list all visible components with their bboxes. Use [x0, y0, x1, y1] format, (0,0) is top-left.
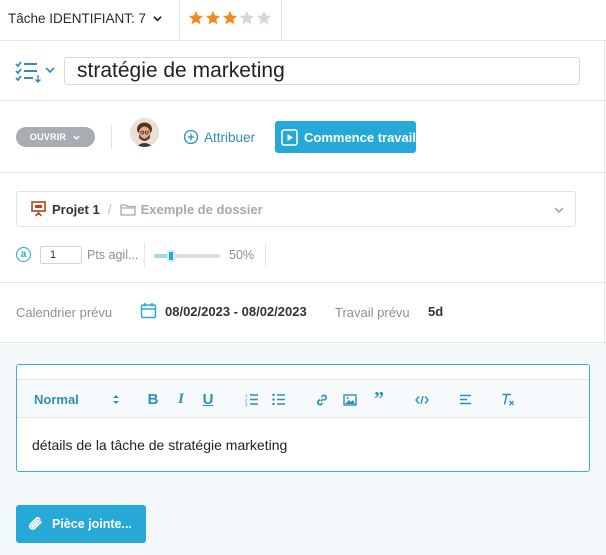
- italic-icon[interactable]: I: [173, 380, 189, 419]
- add-circle-icon: [183, 129, 199, 145]
- star-empty-icon[interactable]: [256, 10, 272, 26]
- calendar-label: Calendrier prévu: [16, 305, 113, 320]
- description-section: Normal B I U 123 ” détails de la tâche d…: [0, 344, 606, 555]
- star-empty-icon[interactable]: [239, 10, 255, 26]
- divider: [281, 0, 282, 41]
- star-rating[interactable]: [188, 10, 272, 26]
- attach-file-label: Pièce jointe...: [52, 517, 132, 531]
- schedule-row: Calendrier prévu 08/02/2023 - 08/02/2023…: [0, 283, 606, 343]
- link-icon[interactable]: [314, 380, 330, 419]
- chevron-down-icon: [153, 16, 162, 22]
- align-icon[interactable]: [457, 380, 473, 419]
- assign-button[interactable]: Attribuer: [183, 129, 255, 145]
- top-bar: Tâche IDENTIFIANT: 7: [0, 0, 606, 41]
- agile-points-icon: a: [16, 247, 31, 262]
- task-title-input[interactable]: stratégie de marketing: [64, 57, 580, 85]
- image-icon[interactable]: [342, 380, 358, 419]
- progress-slider-handle[interactable]: [166, 250, 175, 262]
- attach-file-button[interactable]: Pièce jointe...: [16, 505, 146, 543]
- schedule-date-range[interactable]: 08/02/2023 - 08/02/2023: [165, 304, 307, 319]
- code-icon[interactable]: [414, 380, 430, 419]
- agile-points-input[interactable]: 1: [40, 246, 82, 264]
- svg-text:3: 3: [245, 402, 248, 406]
- rich-text-editor: Normal B I U 123 ” détails de la tâche d…: [16, 364, 590, 472]
- divider: [179, 0, 180, 41]
- chevron-down-icon: [554, 207, 564, 214]
- path-separator: /: [107, 201, 112, 217]
- task-id-label: Tâche IDENTIFIANT: 7: [8, 11, 147, 26]
- divider: [265, 243, 266, 267]
- ordered-list-icon[interactable]: 123: [244, 380, 260, 419]
- start-work-button[interactable]: Commence travail: [275, 121, 416, 153]
- folder-icon: [119, 203, 136, 216]
- planned-work-value[interactable]: 5d: [428, 304, 443, 319]
- project-name: Projet 1: [52, 201, 100, 217]
- progress-percent: 50%: [229, 248, 255, 262]
- planned-work-label: Travail prévu: [335, 305, 410, 320]
- status-label: OUVRIR: [29, 132, 67, 142]
- presentation-icon: [31, 201, 46, 217]
- paperclip-icon: [28, 516, 42, 530]
- star-filled-icon[interactable]: [205, 10, 221, 26]
- editor-content[interactable]: détails de la tâche de stratégie marketi…: [32, 437, 287, 453]
- format-select[interactable]: Normal: [34, 380, 79, 419]
- agile-row: a 1 Pts agil... 50%: [0, 237, 606, 283]
- agile-points-label: Pts agil...: [87, 248, 139, 262]
- chevron-down-icon: [73, 135, 80, 140]
- start-work-label: Commence travail: [304, 129, 416, 145]
- status-dropdown[interactable]: OUVRIR: [16, 127, 95, 147]
- divider: [144, 243, 145, 267]
- project-folder-select[interactable]: Projet 1 / Exemple de dossier: [16, 191, 576, 227]
- title-row: stratégie de marketing: [0, 41, 606, 101]
- user-avatar-icon: [130, 118, 159, 147]
- bold-icon[interactable]: B: [145, 380, 161, 419]
- bullet-list-icon[interactable]: [271, 380, 287, 419]
- editor-toolbar: Normal B I U 123 ”: [17, 379, 589, 418]
- format-select-arrows-icon[interactable]: [109, 380, 123, 419]
- progress-slider[interactable]: [154, 250, 220, 262]
- task-id-dropdown[interactable]: Tâche IDENTIFIANT: 7: [8, 11, 163, 26]
- underline-icon[interactable]: U: [200, 380, 216, 419]
- format-select-label: Normal: [34, 392, 79, 407]
- task-list-icon[interactable]: [15, 60, 59, 84]
- quote-icon[interactable]: ”: [371, 380, 387, 419]
- star-filled-icon[interactable]: [222, 10, 238, 26]
- play-icon: [281, 128, 298, 146]
- calendar-icon[interactable]: [140, 302, 157, 319]
- divider: [111, 125, 112, 149]
- assign-label: Attribuer: [204, 129, 256, 145]
- folder-placeholder: Exemple de dossier: [140, 201, 263, 217]
- avatar[interactable]: [130, 118, 159, 147]
- clear-format-icon[interactable]: [500, 380, 516, 419]
- action-row: OUVRIR Attribuer Commence travail: [0, 101, 606, 173]
- star-filled-icon[interactable]: [188, 10, 204, 26]
